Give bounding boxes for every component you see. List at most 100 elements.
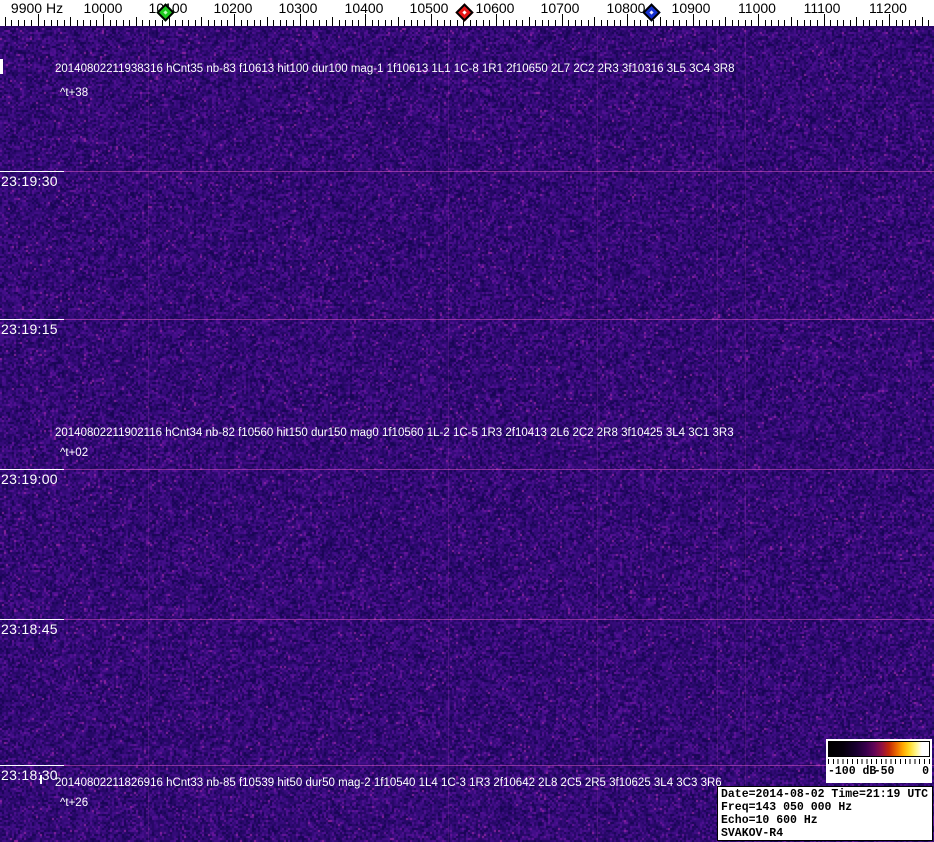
- ruler-tick: [90, 20, 91, 26]
- ruler-tick: [57, 20, 58, 26]
- freq-tick-label: 10300: [279, 0, 318, 16]
- ruler-tick: [902, 20, 903, 26]
- ruler-tick: [837, 20, 838, 26]
- ruler-tick: [450, 20, 451, 26]
- colorbar-label-max: 0: [922, 765, 929, 778]
- ruler-tick: [738, 20, 739, 26]
- meteor-echo-spectrogram-window: 9900 Hz100001010010200103001040010500106…: [0, 0, 934, 842]
- ruler-tick: [300, 14, 301, 26]
- ruler-tick: [221, 20, 222, 26]
- ruler-tick: [647, 20, 648, 26]
- ruler-tick: [568, 20, 569, 26]
- ruler-tick: [575, 20, 576, 26]
- freq-tick-label: 10900: [672, 0, 711, 16]
- ruler-tick: [332, 17, 333, 26]
- ruler-tick: [889, 14, 890, 26]
- ruler-tick: [254, 20, 255, 26]
- ruler-tick: [693, 14, 694, 26]
- ruler-tick: [195, 20, 196, 26]
- ruler-tick: [758, 14, 759, 26]
- ruler-tick: [712, 20, 713, 26]
- ruler-tick: [548, 20, 549, 26]
- ruler-tick: [588, 20, 589, 26]
- ruler-tick: [123, 20, 124, 26]
- ruler-tick: [876, 20, 877, 26]
- ruler-tick: [241, 20, 242, 26]
- ruler-bottom-edge: [0, 26, 934, 28]
- ruler-tick: [581, 20, 582, 26]
- ruler-tick: [260, 20, 261, 26]
- ruler-tick: [44, 20, 45, 26]
- ruler-tick: [385, 20, 386, 26]
- info-echo: Echo=10 600 Hz: [721, 814, 929, 827]
- freq-tick-label: 10200: [214, 0, 253, 16]
- ruler-tick: [856, 17, 857, 26]
- ruler-tick: [345, 20, 346, 26]
- ruler-tick: [699, 20, 700, 26]
- ruler-tick: [830, 20, 831, 26]
- ruler-tick: [915, 20, 916, 26]
- freq-tick-label: 9900 Hz: [11, 0, 63, 16]
- ruler-tick: [804, 20, 805, 26]
- ruler-tick: [922, 17, 923, 26]
- ruler-tick: [136, 17, 137, 26]
- ruler-tick: [51, 20, 52, 26]
- ruler-tick: [352, 20, 353, 26]
- ruler-tick: [417, 20, 418, 26]
- ruler-tick: [653, 20, 654, 26]
- ruler-tick: [83, 20, 84, 26]
- ruler-tick: [326, 20, 327, 26]
- ruler-tick: [522, 20, 523, 26]
- marker-center-dot: [163, 10, 167, 14]
- ruler-tick: [850, 20, 851, 26]
- ruler-tick: [372, 20, 373, 26]
- ruler-tick: [24, 20, 25, 26]
- ruler-tick: [182, 20, 183, 26]
- ruler-tick: [313, 20, 314, 26]
- ruler-tick: [601, 20, 602, 26]
- ruler-tick: [201, 17, 202, 26]
- ruler-tick: [411, 20, 412, 26]
- info-date-time: Date=2014-08-02 Time=21:19 UTC: [721, 788, 929, 801]
- ruler-tick: [398, 17, 399, 26]
- colorbar-ticks: [828, 757, 930, 764]
- ruler-tick: [339, 20, 340, 26]
- freq-tick-label: 10500: [410, 0, 449, 16]
- ruler-tick: [666, 20, 667, 26]
- ruler-tick: [562, 14, 563, 26]
- ruler-tick: [18, 20, 19, 26]
- ruler-tick: [896, 20, 897, 26]
- ruler-tick: [457, 20, 458, 26]
- ruler-tick: [660, 17, 661, 26]
- info-frequency: Freq=143 050 000 Hz: [721, 801, 929, 814]
- ruler-tick: [214, 20, 215, 26]
- ruler-tick: [444, 20, 445, 26]
- ruler-tick: [38, 14, 39, 26]
- ruler-tick: [5, 17, 6, 26]
- ruler-tick: [227, 20, 228, 26]
- ruler-tick: [725, 17, 726, 26]
- colorbar: -100 dB -50 0: [826, 739, 932, 783]
- freq-tick-label: 10600: [476, 0, 515, 16]
- ruler-tick: [11, 20, 12, 26]
- ruler-tick: [208, 20, 209, 26]
- ruler-tick: [679, 20, 680, 26]
- ruler-tick: [732, 20, 733, 26]
- ruler-tick: [70, 17, 71, 26]
- ruler-tick: [673, 20, 674, 26]
- ruler-tick: [614, 20, 615, 26]
- ruler-tick: [391, 20, 392, 26]
- ruler-tick: [509, 20, 510, 26]
- spectrogram-canvas: [0, 26, 934, 842]
- ruler-tick: [31, 20, 32, 26]
- ruler-tick: [306, 20, 307, 26]
- ruler-tick: [928, 20, 929, 26]
- ruler-tick: [791, 17, 792, 26]
- colorbar-gradient: [828, 741, 930, 757]
- ruler-tick: [116, 20, 117, 26]
- marker-center-dot: [649, 10, 653, 14]
- ruler-tick: [424, 20, 425, 26]
- ruler-tick: [162, 20, 163, 26]
- ruler-tick: [817, 20, 818, 26]
- ruler-tick: [686, 20, 687, 26]
